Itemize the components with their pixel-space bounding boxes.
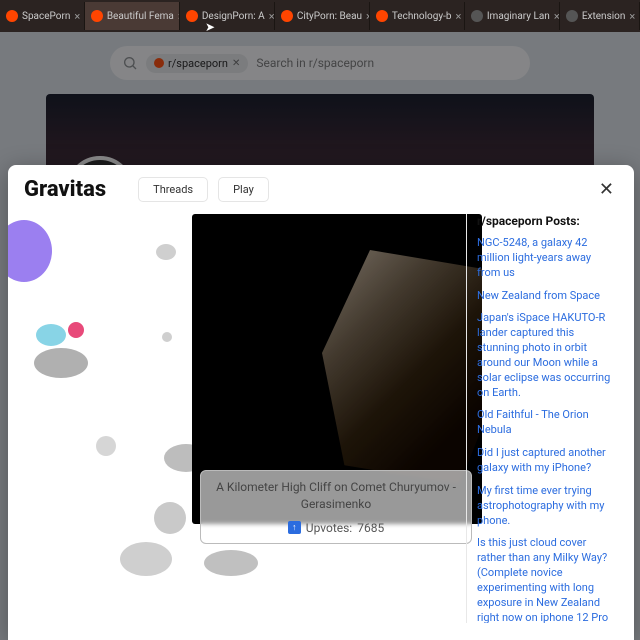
modal-tab-play[interactable]: Play [218, 177, 269, 202]
tab-close-icon[interactable]: × [455, 10, 461, 23]
modal-tabs: Threads Play [138, 177, 269, 202]
post-link[interactable]: My first time ever trying astrophotograp… [477, 484, 614, 529]
tab-label: DesignPorn: A [202, 11, 265, 22]
post-link[interactable]: Japan's iSpace HAKUTO-R lander captured … [477, 311, 614, 400]
posts-title: r/spaceporn Posts: [477, 214, 614, 228]
favicon [6, 10, 18, 22]
tab-label: SpacePorn [22, 11, 70, 22]
upvote-icon: ↑ [288, 521, 301, 534]
tab-label: Beautiful Fema [107, 11, 174, 22]
modal-body: A Kilometer High Cliff on Comet Churyumo… [8, 214, 634, 639]
favicon [471, 10, 483, 22]
tab-label: CityPorn: Beau [297, 11, 362, 22]
image-caption: A Kilometer High Cliff on Comet Churyumo… [200, 470, 472, 544]
browser-tab[interactable]: Technology-b× [370, 2, 465, 30]
comet-cliff [322, 250, 482, 484]
favicon [186, 10, 198, 22]
tab-label: Technology-b [392, 11, 452, 22]
favicon [281, 10, 293, 22]
post-link[interactable]: NGC-5248, a galaxy 42 million light-year… [477, 236, 614, 281]
upvote-count: ↑ Upvotes: 7685 [211, 521, 461, 535]
gravitas-modal: Gravitas ThreadsPlay ✕ A Kilom [8, 165, 634, 640]
browser-tab[interactable]: Imaginary Lan × [465, 2, 560, 30]
browser-tab[interactable]: DesignPorn: A × [180, 2, 275, 30]
modal-header: Gravitas Threads Play ✕ [8, 165, 634, 214]
post-link[interactable]: New Zealand from Space [477, 289, 614, 304]
tab-label: Imaginary Lan [487, 11, 550, 22]
browser-tab[interactable]: SpacePorn × [0, 2, 85, 30]
browser-tabs: SpacePorn×Beautiful Fema×DesignPorn: A×C… [0, 0, 640, 32]
favicon [91, 10, 103, 22]
upvotes-value: 7685 [357, 521, 384, 535]
brand-logo: Gravitas [24, 177, 106, 202]
upvotes-label: Upvotes: [306, 521, 352, 535]
close-icon[interactable]: ✕ [595, 175, 618, 204]
image-viewer: A Kilometer High Cliff on Comet Churyumo… [24, 214, 452, 623]
tab-close-icon[interactable]: × [554, 10, 560, 23]
tab-close-icon[interactable]: × [269, 10, 275, 23]
tab-label: Extension [582, 11, 626, 22]
browser-tab[interactable]: CityPorn: Beau× [275, 2, 370, 30]
favicon [376, 10, 388, 22]
caption-title: A Kilometer High Cliff on Comet Churyumo… [211, 479, 461, 513]
post-link[interactable]: Did I just captured another galaxy with … [477, 446, 614, 476]
tab-close-icon[interactable]: × [74, 10, 80, 23]
tab-close-icon[interactable]: × [629, 10, 635, 23]
post-link[interactable]: Old Faithful - The Orion Nebula [477, 408, 614, 438]
modal-tab-threads[interactable]: Threads [138, 177, 208, 202]
favicon [566, 10, 578, 22]
posts-sidebar[interactable]: r/spaceporn Posts: NGC-5248, a galaxy 42… [466, 214, 618, 623]
browser-tab[interactable]: Beautiful Fema× [85, 2, 180, 30]
post-link[interactable]: Is this just cloud cover rather than any… [477, 536, 614, 623]
browser-tab[interactable]: Extension× [560, 2, 640, 30]
